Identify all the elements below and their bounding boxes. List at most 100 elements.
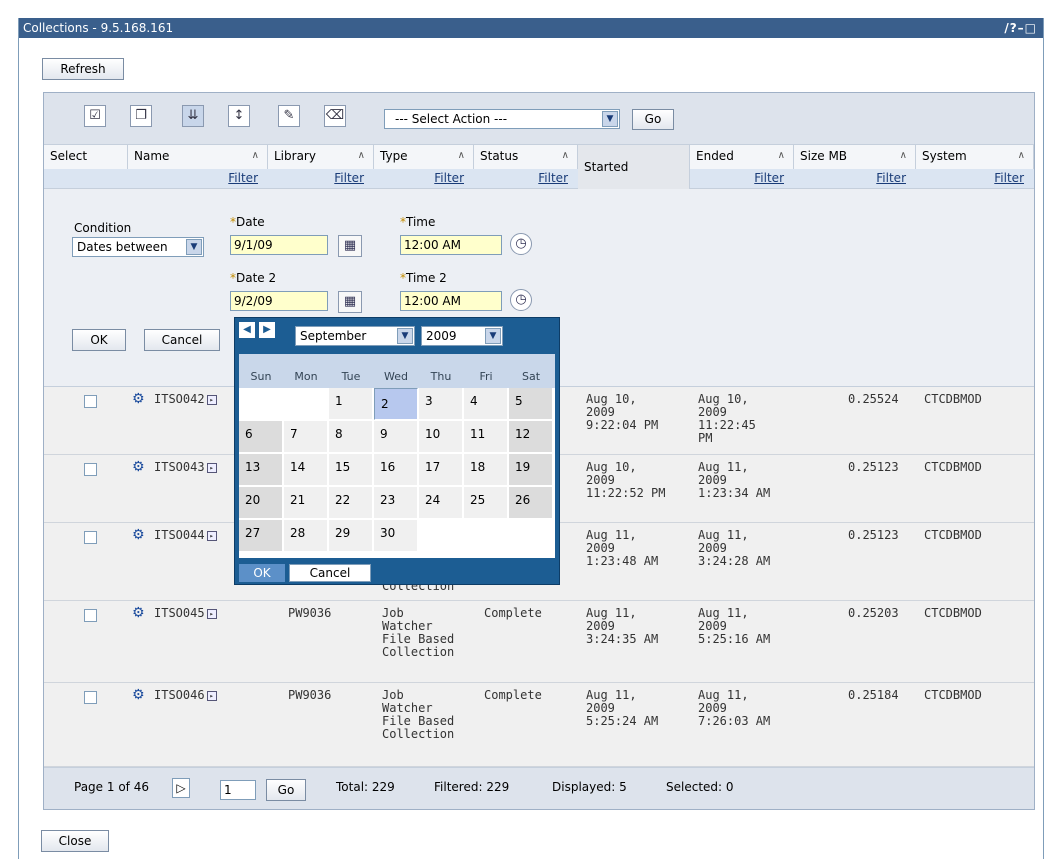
column-header-size[interactable]: Size MB ∧ (794, 145, 916, 169)
filter-cancel-button[interactable]: Cancel (144, 329, 220, 351)
close-button[interactable]: Close (41, 830, 109, 852)
calendar-day[interactable]: 21 (284, 487, 328, 519)
calendar-day[interactable]: 17 (419, 454, 463, 486)
clear-filter-icon[interactable]: ⌫ (324, 105, 346, 127)
row-name[interactable]: ITSO044 ▸ (154, 529, 217, 542)
calendar-day[interactable]: 26 (509, 487, 553, 519)
calendar-day[interactable]: 4 (464, 388, 508, 420)
column-header-library[interactable]: Library ∧ (268, 145, 374, 169)
table-row[interactable]: ⚙ ITSO045 ▸ PW9036 Job Watcher File Based… (44, 601, 1034, 683)
deselect-all-icon[interactable]: ❐ (130, 105, 152, 127)
calendar-day[interactable]: 18 (464, 454, 508, 486)
calendar-day[interactable]: 12 (509, 421, 553, 453)
calendar-day[interactable]: 25 (464, 487, 508, 519)
calendar-day[interactable]: 11 (464, 421, 508, 453)
filter-ok-button[interactable]: OK (72, 329, 126, 351)
calendar-day[interactable]: 27 (239, 520, 283, 552)
row-name[interactable]: ITSO045 ▸ (154, 607, 217, 620)
calendar-day[interactable]: 13 (239, 454, 283, 486)
month-select[interactable]: September ▼ (295, 326, 415, 346)
sort-ascending-icon[interactable]: ∧ (778, 145, 785, 167)
column-header-started[interactable]: Started (578, 145, 690, 189)
next-month-icon[interactable]: ▶ (259, 322, 275, 338)
calendar-icon[interactable]: ▦ (338, 291, 362, 313)
calendar-day[interactable]: 23 (374, 487, 418, 519)
year-select[interactable]: 2009 ▼ (421, 326, 503, 346)
row-checkbox[interactable] (84, 395, 97, 408)
edit-filter-icon[interactable]: ✎ (278, 105, 300, 127)
filter-link-library[interactable]: Filter (268, 169, 374, 189)
show-filter-row-icon[interactable]: ⇊ (182, 105, 204, 127)
menu-arrow-icon[interactable]: ▸ (206, 462, 217, 473)
page-number-input[interactable]: 1 (220, 780, 256, 800)
calendar-day[interactable]: 1 (329, 388, 373, 420)
window-controls[interactable]: /?–□ (1004, 18, 1037, 38)
calendar-day[interactable]: 22 (329, 487, 373, 519)
condition-select[interactable]: Dates between ▼ (72, 237, 204, 257)
time2-input[interactable]: 12:00 AM (400, 291, 502, 311)
filter-link-size[interactable]: Filter (794, 169, 916, 189)
sort-ascending-icon[interactable]: ∧ (458, 145, 465, 167)
sort-ascending-icon[interactable]: ∧ (900, 145, 907, 167)
menu-arrow-icon[interactable]: ▸ (206, 394, 217, 405)
calendar-day[interactable]: 3 (419, 388, 463, 420)
row-name[interactable]: ITSO043 ▸ (154, 461, 217, 474)
filter-link-system[interactable]: Filter (916, 169, 1034, 189)
clock-icon[interactable]: ◷ (510, 289, 532, 311)
date-input[interactable]: 9/1/09 (230, 235, 328, 255)
action-go-button[interactable]: Go (632, 109, 674, 130)
calendar-day[interactable]: 20 (239, 487, 283, 519)
calendar-icon[interactable]: ▦ (338, 235, 362, 257)
row-checkbox[interactable] (84, 531, 97, 544)
row-checkbox[interactable] (84, 463, 97, 476)
clock-icon[interactable]: ◷ (510, 233, 532, 255)
menu-arrow-icon[interactable]: ▸ (206, 608, 217, 619)
previous-month-icon[interactable]: ◀ (239, 322, 255, 338)
edit-sort-icon[interactable]: ↕ (228, 105, 250, 127)
sort-ascending-icon[interactable]: ∧ (252, 145, 259, 167)
column-header-system[interactable]: System ∧ (916, 145, 1034, 169)
menu-arrow-icon[interactable]: ▸ (206, 690, 217, 701)
calendar-day[interactable]: 5 (509, 388, 553, 420)
calendar-day[interactable]: 16 (374, 454, 418, 486)
select-action-dropdown[interactable]: --- Select Action --- ▼ (384, 109, 620, 129)
filter-link-ended[interactable]: Filter (690, 169, 794, 189)
table-row[interactable]: ⚙ ITSO046 ▸ PW9036 Job Watcher File Based… (44, 683, 1034, 767)
row-checkbox[interactable] (84, 609, 97, 622)
row-name[interactable]: ITSO042 ▸ (154, 393, 217, 406)
calendar-day[interactable]: 6 (239, 421, 283, 453)
calendar-cancel-button[interactable]: Cancel (289, 564, 371, 582)
menu-arrow-icon[interactable]: ▸ (206, 530, 217, 541)
calendar-day[interactable]: 15 (329, 454, 373, 486)
calendar-day[interactable]: 14 (284, 454, 328, 486)
column-header-ended[interactable]: Ended ∧ (690, 145, 794, 169)
sort-ascending-icon[interactable]: ∧ (562, 145, 569, 167)
time-input[interactable]: 12:00 AM (400, 235, 502, 255)
date2-input[interactable]: 9/2/09 (230, 291, 328, 311)
calendar-day[interactable]: 19 (509, 454, 553, 486)
select-all-icon[interactable]: ☑ (84, 105, 106, 127)
column-header-name[interactable]: Name ∧ (128, 145, 268, 169)
calendar-day[interactable]: 24 (419, 487, 463, 519)
sort-ascending-icon[interactable]: ∧ (358, 145, 365, 167)
column-header-type[interactable]: Type ∧ (374, 145, 474, 169)
calendar-day[interactable]: 7 (284, 421, 328, 453)
row-checkbox[interactable] (84, 691, 97, 704)
calendar-ok-button[interactable]: OK (239, 564, 285, 582)
filter-link-status[interactable]: Filter (474, 169, 578, 189)
sort-ascending-icon[interactable]: ∧ (1018, 145, 1025, 167)
calendar-day[interactable]: 30 (374, 520, 418, 552)
row-name[interactable]: ITSO046 ▸ (154, 689, 217, 702)
filter-link-name[interactable]: Filter (128, 169, 268, 189)
refresh-button[interactable]: Refresh (42, 58, 124, 80)
next-page-icon[interactable]: ▷ (172, 778, 190, 798)
column-header-status[interactable]: Status ∧ (474, 145, 578, 169)
filter-link-type[interactable]: Filter (374, 169, 474, 189)
calendar-day[interactable]: 9 (374, 421, 418, 453)
calendar-day[interactable]: 2 (374, 388, 418, 420)
page-go-button[interactable]: Go (266, 779, 306, 801)
calendar-day[interactable]: 10 (419, 421, 463, 453)
calendar-day[interactable]: 28 (284, 520, 328, 552)
calendar-day[interactable]: 8 (329, 421, 373, 453)
calendar-day[interactable]: 29 (329, 520, 373, 552)
